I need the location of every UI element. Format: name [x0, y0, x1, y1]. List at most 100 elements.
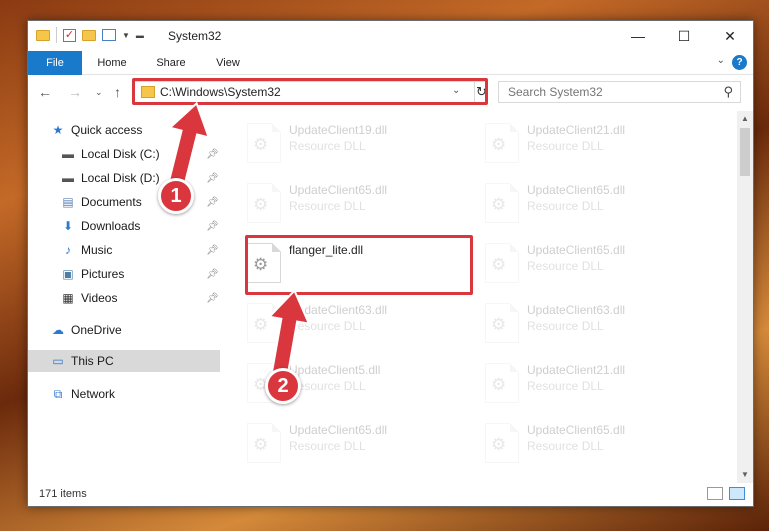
file-name: UpdateClient65.dll [527, 423, 626, 437]
file-item[interactable]: ⚙ UpdateClient65.dll Resource DLL [243, 417, 468, 463]
file-name: UpdateClient63.dll [527, 303, 626, 317]
nav-item-label: OneDrive [71, 323, 122, 337]
nav-item-label: Music [81, 243, 113, 257]
search-input[interactable] [499, 82, 714, 102]
file-name: UpdateClient21.dll [527, 123, 626, 137]
window-title: System32 [168, 29, 222, 43]
file-type: Resource DLL [527, 139, 604, 153]
gear-icon: ⚙ [253, 135, 269, 154]
pin-icon[interactable]: 📌︎ [206, 221, 219, 232]
file-item[interactable]: ⚙ UpdateClient21.dll Resource DLL [481, 117, 706, 163]
search-icon[interactable]: ⚲ [723, 84, 733, 100]
maximize-button[interactable]: ☐ [661, 21, 707, 51]
file-type: Resource DLL [527, 439, 604, 453]
gear-icon: ⚙ [491, 435, 507, 454]
nav-item-label: Videos [81, 291, 118, 305]
file-item[interactable]: ⚙ UpdateClient65.dll Resource DLL [481, 177, 706, 223]
film-icon: ▦ [62, 291, 74, 305]
dll-file-icon: ⚙ [485, 423, 519, 463]
title-bar: ✓ ▼ ▬ System32 — ☐ ✕ [28, 21, 753, 51]
nav-item-network[interactable]: ⧉ Network [28, 383, 220, 405]
new-folder-icon[interactable] [82, 29, 96, 41]
large-icons-view-icon[interactable] [729, 487, 745, 500]
recent-locations-chevron-icon[interactable]: ⌄ [95, 87, 103, 98]
dll-file-icon: ⚙ [247, 123, 281, 163]
minimize-button[interactable]: — [615, 21, 661, 51]
forward-arrow-icon[interactable]: → [68, 84, 82, 100]
up-arrow-icon[interactable]: ↑ [114, 84, 121, 100]
nav-item-label: Downloads [81, 219, 141, 233]
nav-item-pictures[interactable]: ▣ Pictures 📌︎ [28, 263, 220, 285]
vertical-scrollbar[interactable]: ▲ ▼ [737, 111, 753, 483]
properties-check-icon[interactable]: ✓ [63, 28, 76, 42]
nav-item-label: This PC [71, 354, 114, 368]
gear-icon: ⚙ [491, 315, 507, 334]
download-arrow-icon: ⬇ [62, 219, 74, 233]
gear-icon: ⚙ [491, 255, 507, 274]
pin-icon[interactable]: 📌︎ [206, 245, 219, 256]
pin-icon[interactable]: 📌︎ [206, 269, 219, 280]
scrollbar-thumb[interactable] [740, 128, 750, 176]
gear-icon: ⚙ [253, 435, 269, 454]
scroll-up-arrow-icon[interactable]: ▲ [737, 111, 753, 127]
nav-item-onedrive[interactable]: ☁ OneDrive [28, 319, 220, 341]
drive-icon: ▬ [62, 171, 74, 185]
file-item[interactable]: ⚙ UpdateClient63.dll Resource DLL [481, 297, 706, 343]
folder-icon [36, 29, 50, 41]
file-type: Resource DLL [289, 139, 366, 153]
step-badge-1: 1 [158, 178, 194, 214]
star-icon: ★ [52, 123, 64, 137]
arrow-pointer-2-icon [267, 288, 311, 378]
step-badge-2: 2 [265, 368, 301, 404]
drive-icon: ▬ [62, 147, 74, 161]
scroll-down-arrow-icon[interactable]: ▼ [737, 467, 753, 483]
view-toggle [707, 487, 745, 500]
dll-file-icon: ⚙ [247, 423, 281, 463]
dll-file-icon: ⚙ [485, 123, 519, 163]
dll-file-icon: ⚙ [485, 183, 519, 223]
documents-icon: ▤ [62, 195, 74, 209]
nav-item-music[interactable]: ♪ Music 📌︎ [28, 239, 220, 261]
cloud-icon: ☁ [52, 323, 64, 337]
dll-file-icon: ⚙ [247, 183, 281, 223]
file-type: Resource DLL [289, 199, 366, 213]
file-item[interactable]: ⚙ UpdateClient65.dll Resource DLL [481, 417, 706, 463]
file-highlight [245, 235, 473, 295]
file-name: UpdateClient21.dll [527, 363, 626, 377]
tab-view[interactable]: View [208, 51, 248, 75]
nav-item-label: Quick access [71, 123, 143, 137]
nav-item-videos[interactable]: ▦ Videos 📌︎ [28, 287, 220, 309]
window-controls: — ☐ ✕ [615, 21, 753, 51]
file-item[interactable]: ⚙ UpdateClient65.dll Resource DLL [243, 177, 468, 223]
file-name: UpdateClient65.dll [289, 423, 388, 437]
customize-toolbar-icon[interactable]: ▬ [136, 31, 144, 40]
nav-item-label: Local Disk (D:) [81, 171, 160, 185]
help-icon[interactable]: ? [732, 55, 747, 70]
file-name: UpdateClient19.dll [289, 123, 388, 137]
file-type: Resource DLL [527, 199, 604, 213]
search-box[interactable]: ⚲ [498, 81, 741, 103]
file-item[interactable]: ⚙ UpdateClient19.dll Resource DLL [243, 117, 468, 163]
close-button[interactable]: ✕ [707, 21, 753, 51]
file-name: UpdateClient65.dll [289, 183, 388, 197]
details-view-icon[interactable] [707, 487, 723, 500]
chevron-down-icon[interactable]: ▼ [122, 31, 130, 40]
nav-item-downloads[interactable]: ⬇ Downloads 📌︎ [28, 215, 220, 237]
nav-item-label: Network [71, 387, 116, 401]
toolbar-divider [56, 27, 57, 43]
nav-item-label: Pictures [81, 267, 125, 281]
item-count: 171 items [39, 488, 87, 500]
back-arrow-icon[interactable]: ← [38, 84, 52, 100]
dll-file-icon: ⚙ [485, 363, 519, 403]
expand-ribbon-icon[interactable]: ⌄ [717, 55, 725, 66]
tab-share[interactable]: Share [148, 51, 194, 75]
view-properties-icon[interactable] [102, 29, 116, 41]
file-item[interactable]: ⚙ UpdateClient65.dll Resource DLL [481, 237, 706, 283]
file-item[interactable]: ⚙ UpdateClient21.dll Resource DLL [481, 357, 706, 403]
file-name: UpdateClient65.dll [527, 243, 626, 257]
pin-icon[interactable]: 📌︎ [206, 293, 219, 304]
tab-home[interactable]: Home [90, 51, 134, 75]
nav-item-this-pc[interactable]: ▭ This PC [28, 350, 220, 372]
computer-icon: ▭ [52, 354, 64, 368]
dll-file-icon: ⚙ [485, 303, 519, 343]
